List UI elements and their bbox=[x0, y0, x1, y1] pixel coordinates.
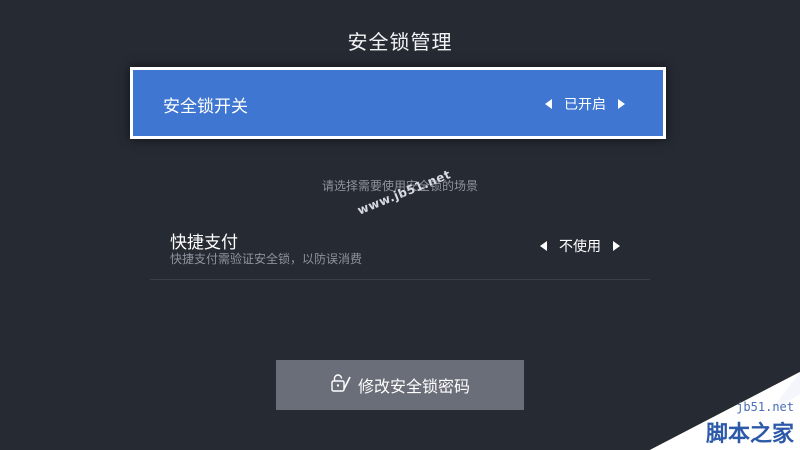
change-password-button[interactable]: 修改安全锁密码 bbox=[276, 360, 524, 410]
corner-badge: jb51.net 脚本之家 bbox=[650, 372, 800, 450]
lock-edit-icon bbox=[330, 373, 352, 397]
arrow-right-icon[interactable] bbox=[618, 99, 625, 109]
lock-switch-label: 安全锁开关 bbox=[163, 97, 248, 117]
arrow-left-icon[interactable] bbox=[540, 241, 547, 251]
quick-pay-description: 快捷支付需验证安全锁，以防误消费 bbox=[170, 252, 363, 266]
arrow-left-icon[interactable] bbox=[545, 99, 552, 109]
lock-switch-selector[interactable]: 已开启 bbox=[545, 94, 625, 114]
quick-pay-row[interactable]: 快捷支付 快捷支付需验证安全锁，以防误消费 不使用 bbox=[150, 222, 650, 280]
lock-switch-row[interactable]: 安全锁开关 已开启 bbox=[130, 67, 666, 139]
quick-pay-selector[interactable]: 不使用 bbox=[540, 236, 620, 256]
arrow-right-icon[interactable] bbox=[613, 241, 620, 251]
quick-pay-value: 不使用 bbox=[559, 239, 601, 255]
corner-brand-text: 脚本之家 bbox=[705, 422, 794, 447]
lock-switch-value: 已开启 bbox=[564, 97, 606, 113]
change-password-label: 修改安全锁密码 bbox=[357, 377, 470, 396]
corner-site-text: jb51.net bbox=[736, 400, 794, 414]
page-title: 安全锁管理 bbox=[347, 30, 453, 54]
